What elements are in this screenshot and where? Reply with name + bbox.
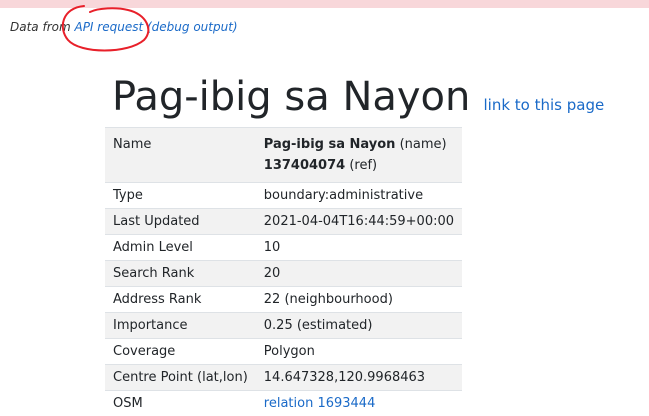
table-row: Admin Level 10	[105, 234, 463, 261]
table-row: Centre Point (lat,lon) 14.647328,120.996…	[105, 364, 463, 391]
table-row-name: Name Pag-ibig sa Nayon (name) 137404074 …	[105, 127, 463, 183]
row-label: Name	[105, 127, 256, 183]
table-row: Coverage Polygon	[105, 338, 463, 365]
title-row: Pag-ibig sa Nayon link to this page	[112, 72, 604, 122]
row-value: Polygon	[255, 338, 463, 365]
row-label: Admin Level	[105, 234, 256, 261]
table-row: Search Rank 20	[105, 260, 463, 287]
name-value: Pag-ibig sa Nayon	[263, 137, 396, 152]
row-value: 20	[255, 260, 463, 287]
table-row: Type boundary:administrative	[105, 182, 463, 209]
top-alert-bar	[0, 0, 649, 8]
row-value: 0.25 (estimated)	[255, 312, 463, 339]
table-row: Address Rank 22 (neighbourhood)	[105, 286, 463, 313]
debug-output-link[interactable]: (debug output)	[147, 20, 238, 34]
row-label: Address Rank	[105, 286, 256, 313]
row-label: Search Rank	[105, 260, 256, 287]
table-row-osm: OSM relation 1693444	[105, 390, 463, 416]
debug-line: Data from API request (debug output)	[10, 20, 238, 34]
row-value: boundary:administrative	[255, 182, 463, 209]
row-label: Last Updated	[105, 208, 256, 235]
row-value: 14.647328,120.9968463	[255, 364, 463, 391]
table-row: Importance 0.25 (estimated)	[105, 312, 463, 339]
row-value: 2021-04-04T16:44:59+00:00	[255, 208, 463, 235]
row-label: Type	[105, 182, 256, 209]
row-label: Centre Point (lat,lon)	[105, 364, 256, 391]
ref-value: 137404074	[263, 158, 346, 173]
page-title: Pag-ibig sa Nayon	[112, 74, 471, 120]
osm-relation-link[interactable]: relation 1693444	[264, 396, 376, 411]
row-label: Importance	[105, 312, 256, 339]
name-suffix: (name)	[399, 137, 447, 152]
api-request-link[interactable]: API request	[74, 20, 143, 34]
details-table: Name Pag-ibig sa Nayon (name) 137404074 …	[105, 127, 463, 416]
row-value: 22 (neighbourhood)	[255, 286, 463, 313]
row-label: OSM	[105, 390, 256, 416]
permalink[interactable]: link to this page	[483, 96, 604, 114]
debug-prefix: Data from	[10, 20, 71, 34]
row-value: 10	[255, 234, 463, 261]
ref-suffix: (ref)	[349, 158, 378, 173]
table-row: Last Updated 2021-04-04T16:44:59+00:00	[105, 208, 463, 235]
row-label: Coverage	[105, 338, 256, 365]
row-value: relation 1693444	[255, 390, 463, 416]
row-value: Pag-ibig sa Nayon (name) 137404074 (ref)	[255, 127, 463, 183]
